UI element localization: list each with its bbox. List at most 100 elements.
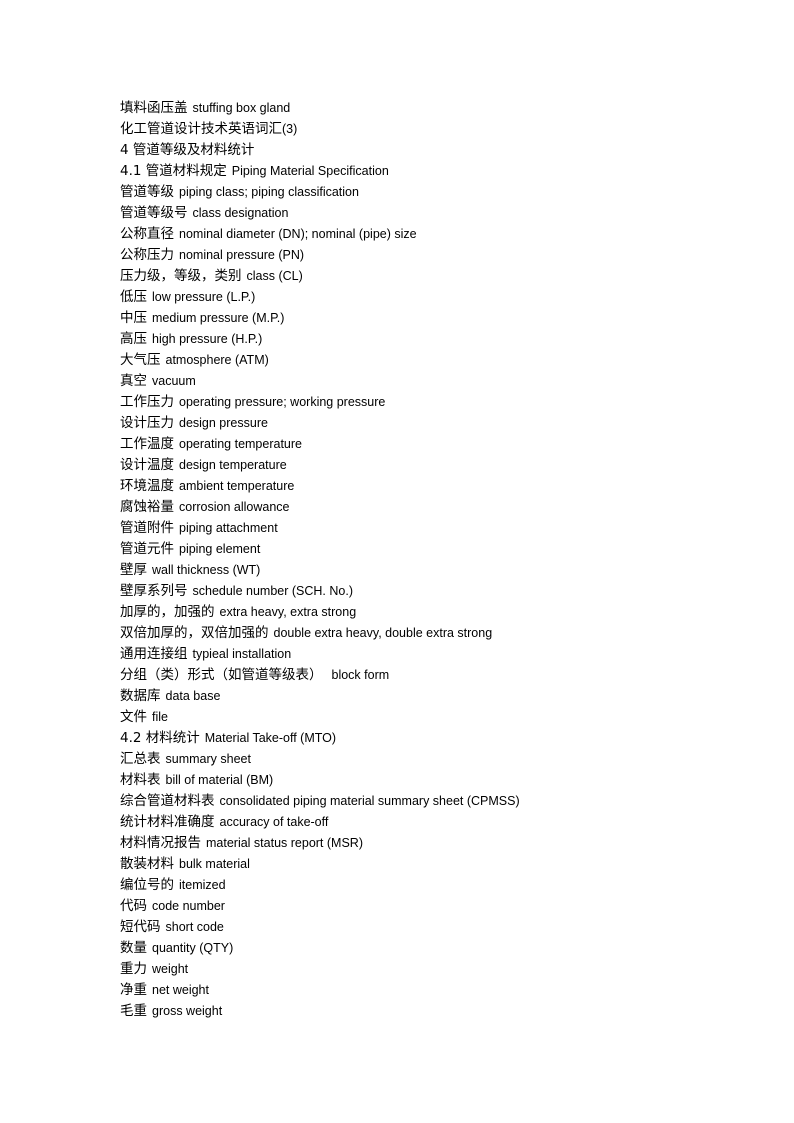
term-chinese: 净重	[120, 982, 147, 998]
term-english: design temperature	[179, 458, 287, 472]
term-english: stuffing box gland	[192, 101, 291, 115]
term-chinese: 4.1 管道材料规定	[120, 163, 227, 179]
term-chinese: 设计压力	[120, 415, 174, 431]
glossary-entry: 4 管道等级及材料统计	[120, 139, 720, 160]
glossary-list: 填料函压盖 stuffing box gland 化工管道设计技术英语词汇(3) 4 …	[120, 97, 720, 1021]
glossary-entry: 汇总表 summary sheet	[120, 748, 720, 769]
term-chinese: 压力级，等级，类别	[120, 268, 242, 284]
glossary-entry: 综合管道材料表 consolidated piping material summ…	[120, 790, 720, 811]
term-chinese: 重力	[120, 961, 147, 977]
term-english: double extra heavy, double extra strong	[273, 626, 493, 640]
term-chinese: 数据库	[120, 688, 161, 704]
glossary-entry: 代码 code number	[120, 895, 720, 916]
term-english: short code	[165, 920, 224, 934]
glossary-entry: 通用连接组 typieal installation	[120, 643, 720, 664]
glossary-entry: 文件 file	[120, 706, 720, 727]
term-chinese: 短代码	[120, 919, 161, 935]
glossary-entry: 环境温度 ambient temperature	[120, 475, 720, 496]
term-chinese: 壁厚	[120, 562, 147, 578]
glossary-entry: 高压 high pressure (H.P.)	[120, 328, 720, 349]
term-chinese: 大气压	[120, 352, 161, 368]
term-chinese: 设计温度	[120, 457, 174, 473]
term-english: operating pressure; working pressure	[179, 395, 386, 409]
glossary-entry: 低压 low pressure (L.P.)	[120, 286, 720, 307]
term-english: class (CL)	[246, 269, 303, 283]
term-chinese: 填料函压盖	[120, 100, 188, 116]
term-chinese: 腐蚀裕量	[120, 499, 174, 515]
term-chinese: 化工管道设计技术英语词汇	[120, 121, 282, 137]
term-chinese: 双倍加厚的，双倍加强的	[120, 625, 269, 641]
glossary-entry: 加厚的，加强的 extra heavy, extra strong	[120, 601, 720, 622]
term-english: class designation	[192, 206, 289, 220]
term-chinese: 散装材料	[120, 856, 174, 872]
glossary-entry: 工作温度 operating temperature	[120, 433, 720, 454]
term-english: wall thickness (WT)	[152, 563, 261, 577]
term-chinese: 高压	[120, 331, 147, 347]
term-english: piping element	[179, 542, 261, 556]
term-english: corrosion allowance	[179, 500, 290, 514]
term-chinese: 分组（类）形式（如管道等级表）	[120, 667, 323, 683]
term-chinese: 材料表	[120, 772, 161, 788]
term-chinese: 壁厚系列号	[120, 583, 188, 599]
term-english: medium pressure (M.P.)	[152, 311, 285, 325]
glossary-entry: 短代码 short code	[120, 916, 720, 937]
glossary-entry: 壁厚 wall thickness (WT)	[120, 559, 720, 580]
term-english: extra heavy, extra strong	[219, 605, 357, 619]
term-english: atmosphere (ATM)	[165, 353, 269, 367]
glossary-entry: 管道元件 piping element	[120, 538, 720, 559]
term-chinese: 代码	[120, 898, 147, 914]
glossary-entry: 编位号的 itemized	[120, 874, 720, 895]
glossary-entry: 真空 vacuum	[120, 370, 720, 391]
term-english: operating temperature	[179, 437, 302, 451]
glossary-entry: 统计材料准确度 accuracy of take-off	[120, 811, 720, 832]
document-page: 填料函压盖 stuffing box gland 化工管道设计技术英语词汇(3) 4 …	[0, 0, 794, 1123]
glossary-entry: 工作压力 operating pressure; working pressure	[120, 391, 720, 412]
term-chinese: 文件	[120, 709, 147, 725]
term-chinese: 工作压力	[120, 394, 174, 410]
glossary-entry: 壁厚系列号 schedule number (SCH. No.)	[120, 580, 720, 601]
term-chinese: 材料情况报告	[120, 835, 201, 851]
term-chinese: 管道等级号	[120, 205, 188, 221]
glossary-entry: 重力 weight	[120, 958, 720, 979]
term-english: net weight	[152, 983, 209, 997]
term-chinese: 数量	[120, 940, 147, 956]
term-english: bulk material	[179, 857, 250, 871]
term-chinese: 通用连接组	[120, 646, 188, 662]
term-english: quantity (QTY)	[152, 941, 234, 955]
term-english: gross weight	[152, 1004, 223, 1018]
term-english: data base	[165, 689, 221, 703]
term-chinese: 工作温度	[120, 436, 174, 452]
term-chinese: 管道等级	[120, 184, 174, 200]
term-english: high pressure (H.P.)	[152, 332, 263, 346]
term-chinese: 环境温度	[120, 478, 174, 494]
glossary-entry: 管道附件 piping attachment	[120, 517, 720, 538]
term-english: block form	[331, 668, 390, 682]
term-english: schedule number (SCH. No.)	[192, 584, 353, 598]
term-english: piping attachment	[179, 521, 278, 535]
term-chinese: 汇总表	[120, 751, 161, 767]
term-chinese: 编位号的	[120, 877, 174, 893]
glossary-entry: 化工管道设计技术英语词汇(3)	[120, 118, 720, 139]
term-english: ambient temperature	[179, 479, 295, 493]
glossary-entry: 中压 medium pressure (M.P.)	[120, 307, 720, 328]
glossary-entry: 压力级，等级，类别 class (CL)	[120, 265, 720, 286]
glossary-entry: 分组（类）形式（如管道等级表） block form	[120, 664, 720, 685]
term-english: low pressure (L.P.)	[152, 290, 256, 304]
term-english: typieal installation	[192, 647, 292, 661]
glossary-entry: 填料函压盖 stuffing box gland	[120, 97, 720, 118]
glossary-entry: 公称直径 nominal diameter (DN); nominal (pipe…	[120, 223, 720, 244]
term-english: vacuum	[152, 374, 196, 388]
term-chinese: 管道附件	[120, 520, 174, 536]
term-chinese: 公称直径	[120, 226, 174, 242]
glossary-entry: 净重 net weight	[120, 979, 720, 1000]
term-english: summary sheet	[165, 752, 251, 766]
term-english: piping class; piping classification	[179, 185, 359, 199]
glossary-entry: 毛重 gross weight	[120, 1000, 720, 1021]
glossary-entry: 材料情况报告 material status report (MSR)	[120, 832, 720, 853]
term-chinese: 管道元件	[120, 541, 174, 557]
glossary-entry: 4.2 材料统计 Material Take-off (MTO)	[120, 727, 720, 748]
term-chinese: 统计材料准确度	[120, 814, 215, 830]
term-english: (3)	[282, 122, 298, 136]
term-english: Material Take-off (MTO)	[204, 731, 337, 745]
term-chinese: 毛重	[120, 1003, 147, 1019]
